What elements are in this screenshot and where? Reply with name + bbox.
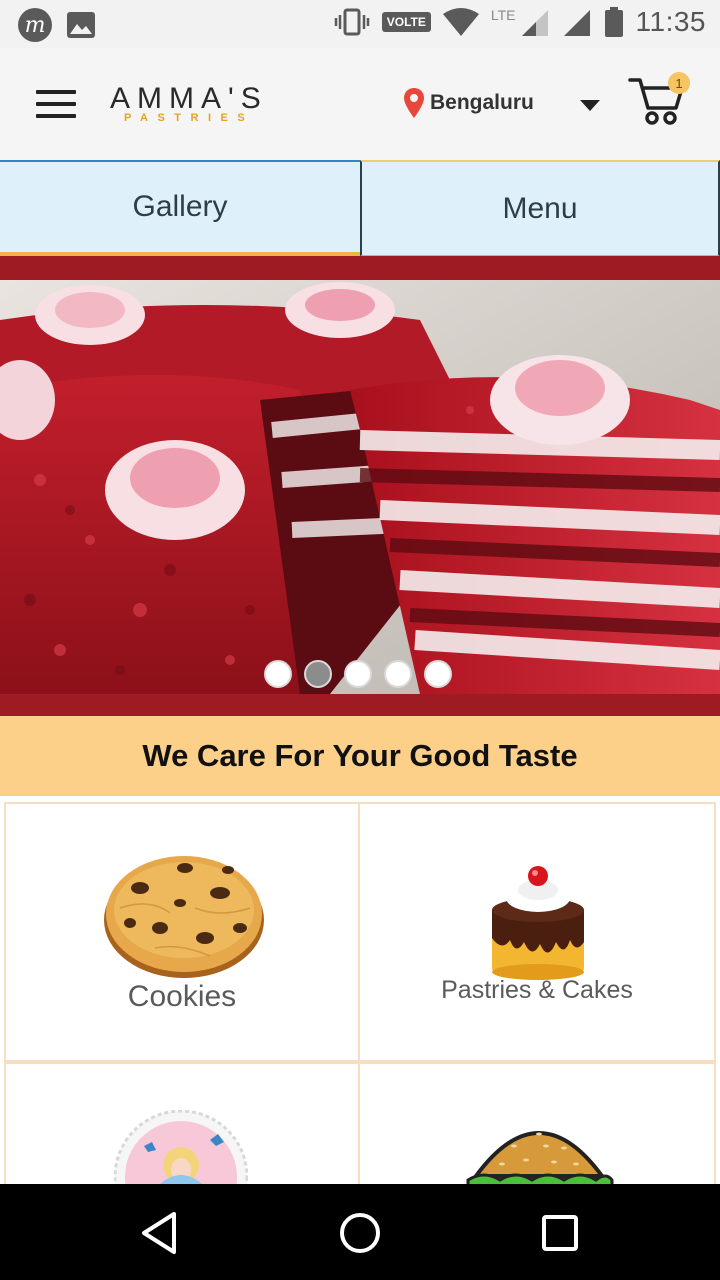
menu-icon-line	[36, 102, 76, 106]
category-card-pastries-cakes[interactable]: Pastries & Cakes	[360, 804, 714, 1060]
brand-logo[interactable]: AMMA'S PASTRIES	[110, 82, 268, 125]
location-label: Bengaluru	[430, 91, 534, 114]
location-pin-icon	[404, 88, 424, 118]
category-card-cookies[interactable]: Cookies	[6, 804, 358, 1060]
category-label-cookies: Cookies	[127, 980, 237, 1013]
tab-gallery[interactable]: Gallery	[0, 160, 360, 256]
category-label-pastries-cakes: Pastries & Cakes	[441, 976, 633, 1004]
home-icon[interactable]	[337, 1210, 383, 1256]
brand-sub: PASTRIES	[124, 112, 255, 124]
carousel-dot[interactable]	[344, 660, 372, 688]
status-bar: m VOLTE LTE 11:35	[0, 0, 720, 48]
status-bar-left: m	[18, 8, 96, 42]
tagline-text: We Care For Your Good Taste	[142, 738, 578, 773]
carousel-dot[interactable]	[384, 660, 412, 688]
category-card-3[interactable]	[6, 1064, 358, 1184]
lte-label: LTE	[490, 7, 516, 23]
tagline-banner: We Care For Your Good Taste	[0, 716, 720, 796]
recents-icon[interactable]	[537, 1210, 583, 1256]
menu-icon-line	[36, 114, 76, 118]
carousel-dot-active[interactable]	[304, 660, 332, 688]
app-header: AMMA'S PASTRIES Bengaluru 1	[0, 48, 720, 160]
category-card-4[interactable]	[360, 1064, 714, 1184]
signal-icon-1	[521, 10, 548, 36]
category-grid: Cookies Pastries & Cakes	[4, 802, 716, 1184]
status-bar-right: VOLTE LTE 11:35	[334, 6, 706, 38]
location-selector[interactable]: Bengaluru	[404, 88, 534, 118]
tab-bar: Gallery Menu	[0, 160, 720, 256]
volte-badge: VOLTE	[381, 12, 431, 32]
app-notification-icon: m	[18, 8, 52, 42]
cake-icon	[492, 866, 584, 980]
wifi-icon	[442, 8, 479, 36]
battery-icon	[604, 7, 623, 37]
burger-icon	[466, 1131, 614, 1184]
system-navigation-bar	[0, 1184, 720, 1280]
chevron-down-icon[interactable]	[580, 100, 600, 111]
cookie-icon	[104, 856, 264, 978]
gallery-notification-icon	[67, 12, 95, 38]
vibrate-icon	[334, 8, 369, 36]
princess-cake-icon	[114, 1110, 248, 1184]
tab-menu[interactable]: Menu	[360, 160, 720, 256]
cart-count-badge: 1	[668, 72, 690, 94]
banner-carousel[interactable]	[0, 256, 720, 716]
banner-image	[0, 280, 720, 694]
carousel-indicators	[264, 660, 452, 688]
menu-icon[interactable]	[36, 90, 76, 118]
brand-name: AMMA'S	[110, 82, 268, 115]
carousel-dot[interactable]	[264, 660, 292, 688]
carousel-dot[interactable]	[424, 660, 452, 688]
menu-icon-line	[36, 90, 76, 94]
cart-button[interactable]: 1	[628, 72, 690, 128]
signal-icon-2	[563, 10, 590, 36]
back-icon[interactable]	[138, 1210, 184, 1256]
status-time: 11:35	[635, 6, 706, 37]
